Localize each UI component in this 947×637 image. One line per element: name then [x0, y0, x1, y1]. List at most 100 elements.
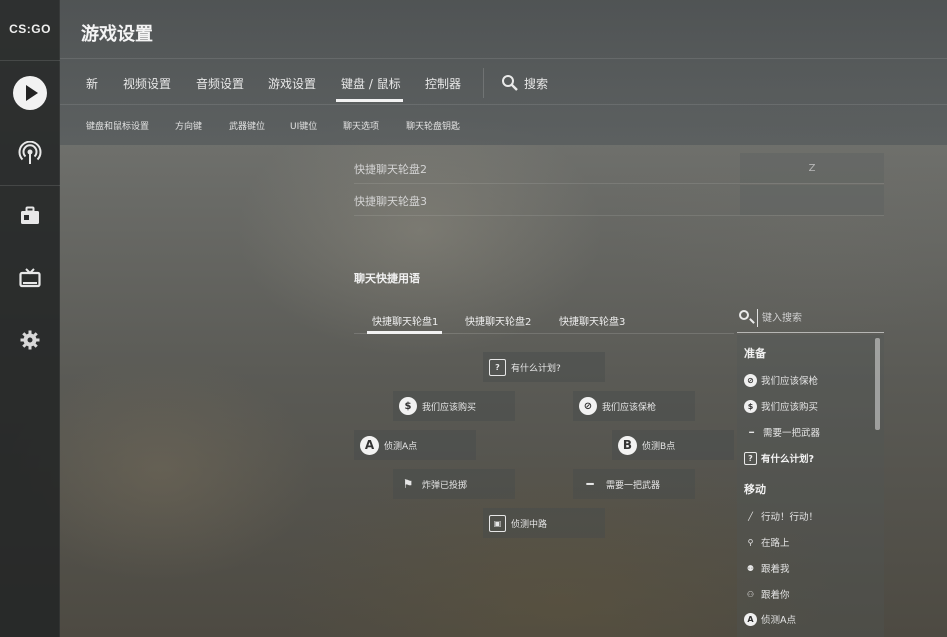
list-item-label: 我们应该购买 [761, 402, 819, 413]
subtab-movement-keys[interactable]: 方向键 [175, 119, 202, 132]
wheel-slot-site-a[interactable]: A 侦测A点 [354, 430, 476, 460]
header-divider [60, 58, 947, 59]
site-b-icon: B [618, 435, 637, 455]
wheel-slot-label: 炸弹已投掷 [422, 480, 468, 491]
site-a-icon: A [744, 612, 757, 626]
subtab-chat-options[interactable]: 聊天选项 [343, 119, 379, 132]
watch-button[interactable] [0, 256, 60, 300]
wheel-slot-site-b[interactable]: B 侦测B点 [612, 430, 734, 460]
list-item[interactable]: ⊘ 我们应该保枪 [744, 371, 818, 389]
follow-me-icon: ⚉ [746, 563, 755, 573]
list-item[interactable]: ⚉ 跟着我 [744, 559, 790, 577]
command-search [737, 304, 884, 333]
gear-icon [20, 330, 40, 350]
wheel-slot-bomb-planted[interactable]: ⚑ 炸弹已投掷 [393, 469, 515, 499]
wheel-slot-buy[interactable]: $ 我们应该购买 [393, 391, 515, 421]
wheel-slot-save[interactable]: ⊘ 我们应该保枪 [573, 391, 695, 421]
list-item[interactable]: ⚇ 跟着你 [744, 585, 790, 603]
tab-audio[interactable]: 音频设置 [196, 75, 244, 92]
list-item-label: 在路上 [761, 538, 790, 549]
binding-label: 快捷聊天轮盘3 [354, 195, 427, 208]
list-item[interactable]: ━ 需要一把武器 [744, 423, 820, 441]
list-item-label: 行动！行动！ [761, 512, 819, 523]
wheel-slot-label: 需要一把武器 [606, 480, 661, 491]
tab-search[interactable]: 搜索 [501, 74, 549, 92]
wheel-slot-label: 我们应该购买 [422, 402, 477, 413]
list-item-label: 我们应该保枪 [761, 376, 819, 387]
settings-header: 游戏设置 新 视频设置 音频设置 游戏设置 键盘 / 鼠标 控制器 搜索 键盘和… [60, 0, 947, 145]
mid-icon: ▣ [489, 514, 506, 532]
buy-icon: $ [399, 397, 417, 415]
list-item[interactable]: ? 有什么计划? [744, 449, 814, 467]
save-icon: ⊘ [579, 397, 597, 415]
left-rail: CS:GO [0, 0, 60, 637]
site-a-icon: A [360, 435, 379, 455]
subtab-weapon-keys[interactable]: 武器键位 [229, 119, 265, 132]
active-wheel-tab-indicator [367, 331, 442, 334]
wheel-tab-3[interactable]: 快捷聊天轮盘3 [559, 313, 625, 328]
go-icon: ╱ [748, 511, 753, 521]
wheel-slot-mid[interactable]: ▣ 侦测中路 [483, 508, 605, 538]
inventory-button[interactable] [0, 194, 60, 238]
wheel-tab-1[interactable]: 快捷聊天轮盘1 [372, 313, 438, 328]
bomb-planted-icon: ⚑ [402, 477, 414, 491]
rifle-icon: ━ [749, 427, 754, 437]
tab-controller[interactable]: 控制器 [425, 75, 461, 92]
settings-button[interactable] [0, 318, 60, 362]
group-title: 准备 [744, 347, 766, 360]
list-item[interactable]: $ 我们应该购买 [744, 397, 818, 415]
buy-icon: $ [744, 399, 757, 413]
search-icon [502, 74, 518, 91]
subtab-keyboard-mouse-settings[interactable]: 键盘和鼠标设置 [86, 119, 149, 132]
list-item[interactable]: ╱ 行动！行动！ [744, 507, 818, 525]
plan-icon: ? [744, 451, 757, 465]
rifle-icon: ━ [586, 477, 594, 491]
wheel-slot-label: 我们应该保枪 [602, 402, 657, 413]
subtab-ui-keys[interactable]: UI键位 [290, 119, 317, 132]
binding-key[interactable]: Z [740, 153, 884, 183]
search-input[interactable] [757, 309, 877, 327]
follow-you-icon: ⚇ [746, 589, 755, 599]
tv-icon [19, 268, 41, 288]
play-button[interactable] [0, 71, 60, 115]
list-item-label: 跟着你 [761, 590, 790, 601]
briefcase-icon [21, 206, 39, 224]
tab-search-label: 搜索 [524, 77, 549, 91]
wheel-tab-2[interactable]: 快捷聊天轮盘2 [465, 313, 531, 328]
list-item[interactable]: ⚲ 在路上 [744, 533, 790, 551]
active-tab-indicator [336, 99, 403, 102]
tab-divider [483, 68, 484, 98]
group-title: 移动 [744, 483, 766, 496]
subtab-chat-wheel-keys[interactable]: 聊天轮盘钥匙 [406, 119, 460, 132]
binding-row[interactable]: 快捷聊天轮盘3 [354, 185, 884, 216]
broadcast-icon [18, 141, 42, 164]
csgo-logo: CS:GO [9, 22, 51, 36]
list-item[interactable]: A 侦测A点 [744, 610, 796, 628]
wheel-slot-label: 侦测中路 [511, 519, 548, 530]
page-title: 游戏设置 [81, 24, 153, 45]
wheel-slot-plan[interactable]: ? 有什么计划? [483, 352, 605, 382]
on-my-way-icon: ⚲ [747, 537, 754, 547]
header-divider [60, 104, 947, 105]
binding-row[interactable]: 快捷聊天轮盘2 Z [354, 153, 884, 184]
chat-section-title: 聊天快捷用语 [354, 272, 420, 285]
scrollbar[interactable] [875, 338, 880, 430]
rail-divider [0, 60, 60, 61]
tab-keyboard-mouse[interactable]: 键盘 / 鼠标 [341, 75, 401, 92]
wheel-slot-label: 有什么计划? [511, 363, 561, 374]
plan-icon: ? [489, 358, 506, 376]
binding-label: 快捷聊天轮盘2 [354, 163, 427, 176]
search-icon [739, 310, 749, 320]
tab-game[interactable]: 游戏设置 [268, 75, 316, 92]
tab-video[interactable]: 视频设置 [123, 75, 171, 92]
save-icon: ⊘ [744, 373, 757, 387]
wheel-slot-label: 侦测B点 [642, 441, 676, 452]
binding-key[interactable] [740, 185, 884, 215]
broadcast-button[interactable] [0, 132, 60, 176]
wheel-slot-need-weapon[interactable]: ━ 需要一把武器 [573, 469, 695, 499]
rail-divider [0, 185, 60, 186]
wheel-slot-label: 侦测A点 [384, 441, 418, 452]
tab-new[interactable]: 新 [86, 75, 98, 92]
list-item-label: 有什么计划? [761, 454, 815, 465]
list-item-label: 跟着我 [761, 564, 790, 575]
